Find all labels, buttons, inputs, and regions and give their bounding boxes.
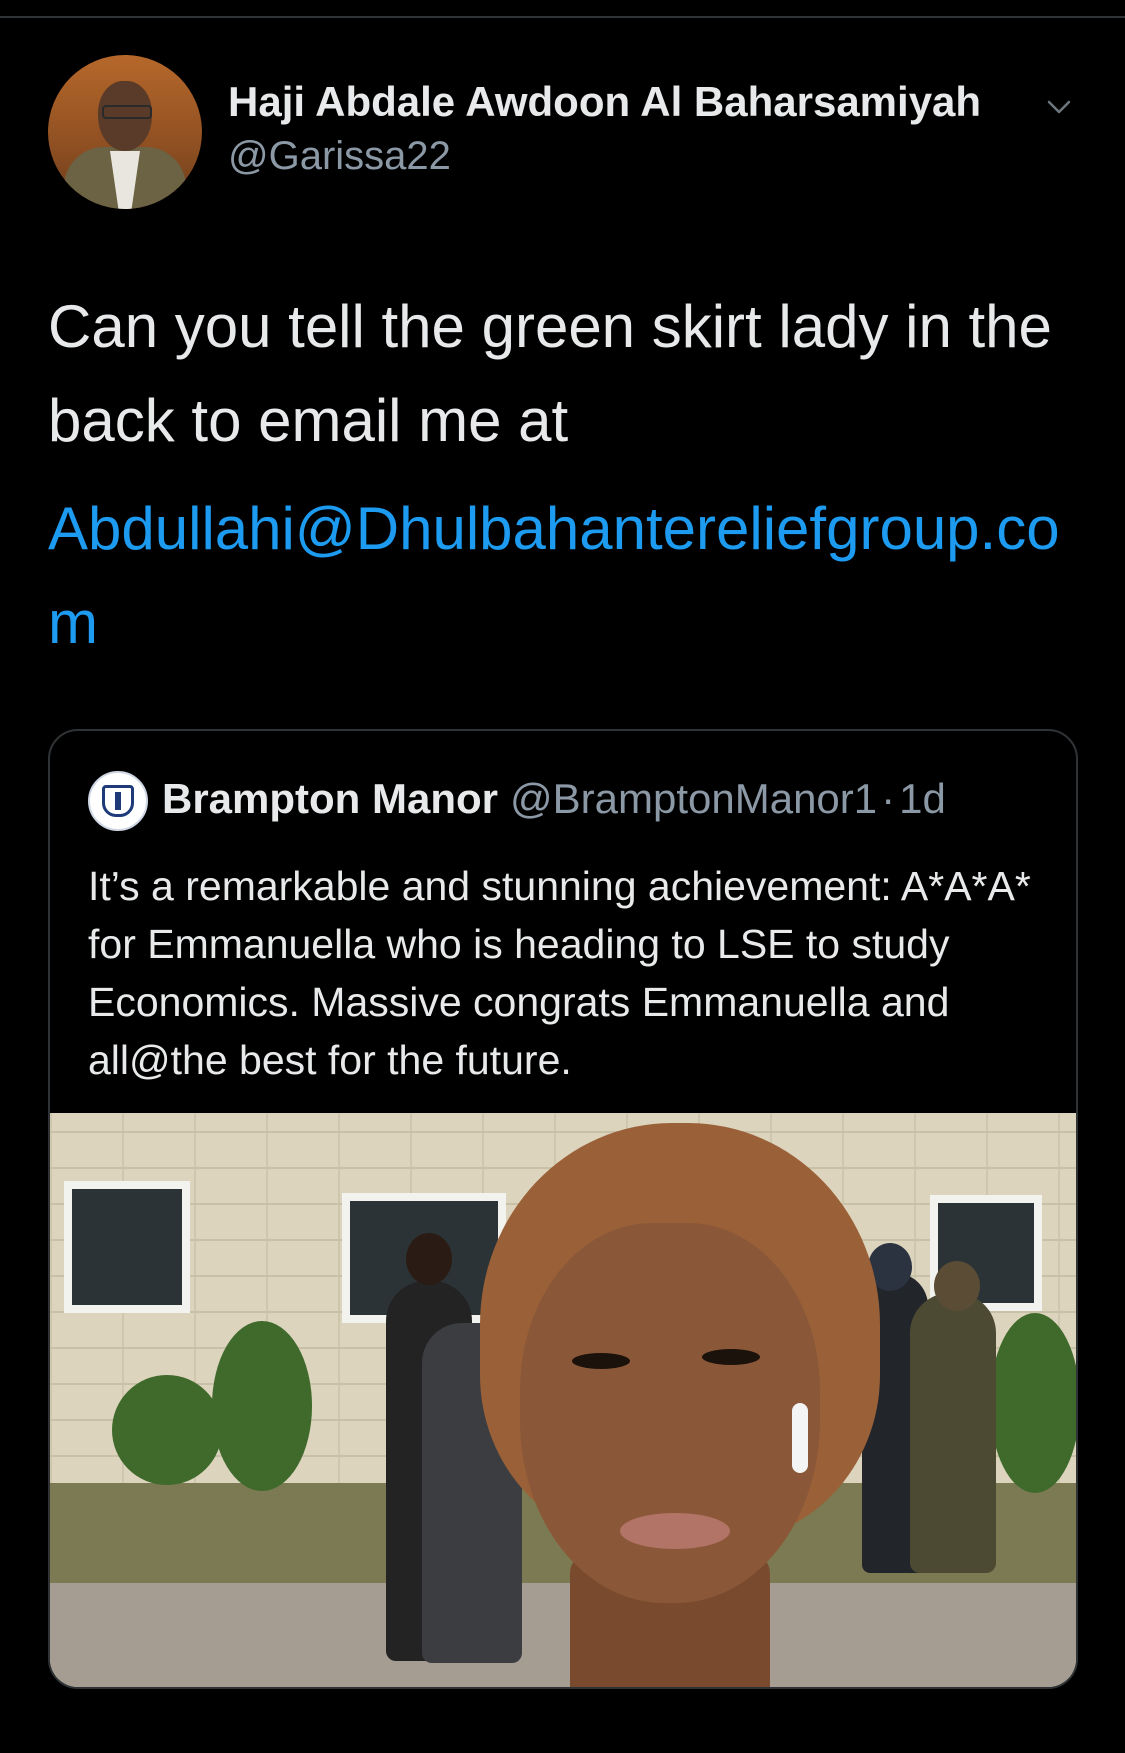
photo-woman-eye	[702, 1349, 760, 1365]
photo-person-head	[934, 1261, 980, 1311]
quoted-tweet[interactable]: Brampton Manor @BramptonManor1·1d It’s a …	[48, 729, 1078, 1689]
chevron-down-icon[interactable]	[1046, 94, 1072, 120]
photo-pavement	[50, 1583, 1076, 1687]
quoted-avatar[interactable]	[88, 771, 148, 831]
avatar-glasses	[102, 105, 152, 119]
quoted-photo[interactable]	[50, 1113, 1076, 1687]
photo-bush	[212, 1321, 312, 1491]
photo-person-green-skirt	[910, 1293, 996, 1573]
tweet-text: Can you tell the green skirt lady in the…	[48, 293, 1052, 454]
photo-woman-lips	[620, 1513, 730, 1549]
photo-woman-eye	[572, 1353, 630, 1369]
photo-window	[64, 1181, 190, 1313]
quoted-display-name[interactable]: Brampton Manor	[162, 775, 498, 822]
photo-earbud	[792, 1403, 808, 1473]
quoted-text: It’s a remarkable and stunning achieveme…	[88, 863, 1031, 1083]
school-crest-icon	[102, 785, 134, 817]
quoted-separator: ·	[881, 775, 896, 822]
quoted-timestamp[interactable]: 1d	[899, 775, 946, 822]
photo-bush	[990, 1313, 1076, 1493]
author-handle[interactable]: @Garissa22	[228, 134, 451, 179]
quoted-header: Brampton Manor @BramptonManor1·1d	[162, 775, 946, 823]
quoted-handle[interactable]: @BramptonManor1	[510, 775, 877, 822]
author-avatar[interactable]	[48, 55, 202, 209]
tweet-email-link[interactable]: Abdullahi@Dhulbahantereliefgroup.com	[48, 482, 1088, 670]
author-display-name[interactable]: Haji Abdale Awdoon Al Baharsamiyah	[228, 78, 981, 126]
photo-bush	[112, 1375, 222, 1485]
tweet: Haji Abdale Awdoon Al Baharsamiyah @Gari…	[0, 0, 1125, 1753]
photo-person-head	[406, 1233, 452, 1285]
